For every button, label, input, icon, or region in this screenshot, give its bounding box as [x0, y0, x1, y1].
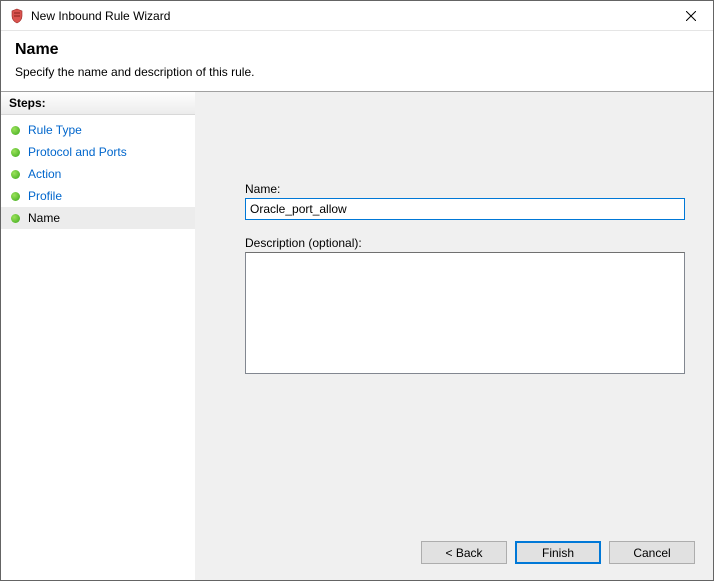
close-icon	[686, 11, 696, 21]
description-label: Description (optional):	[245, 236, 685, 250]
page-subtitle: Specify the name and description of this…	[15, 65, 699, 79]
window-title: New Inbound Rule Wizard	[31, 9, 668, 23]
button-row: < Back Finish Cancel	[195, 531, 713, 580]
description-textarea[interactable]	[245, 252, 685, 374]
firewall-icon	[9, 8, 25, 24]
step-bullet-icon	[11, 148, 20, 157]
titlebar: New Inbound Rule Wizard	[1, 1, 713, 31]
step-label: Protocol and Ports	[28, 145, 127, 159]
cancel-button[interactable]: Cancel	[609, 541, 695, 564]
back-button[interactable]: < Back	[421, 541, 507, 564]
step-label: Profile	[28, 189, 62, 203]
name-input[interactable]	[245, 198, 685, 220]
step-label: Action	[28, 167, 61, 181]
step-profile[interactable]: Profile	[1, 185, 195, 207]
step-label: Name	[28, 211, 60, 225]
step-action[interactable]: Action	[1, 163, 195, 185]
step-rule-type[interactable]: Rule Type	[1, 119, 195, 141]
steps-sidebar: Steps: Rule Type Protocol and Ports Acti…	[1, 92, 195, 580]
steps-heading: Steps:	[1, 92, 195, 115]
step-name[interactable]: Name	[1, 207, 195, 229]
wizard-header: Name Specify the name and description of…	[1, 31, 713, 91]
step-bullet-icon	[11, 192, 20, 201]
steps-list: Rule Type Protocol and Ports Action Prof…	[1, 115, 195, 229]
step-label: Rule Type	[28, 123, 82, 137]
step-bullet-icon	[11, 126, 20, 135]
form-area: Name: Description (optional):	[195, 92, 713, 531]
wizard-body: Steps: Rule Type Protocol and Ports Acti…	[1, 91, 713, 580]
finish-button[interactable]: Finish	[515, 541, 601, 564]
page-title: Name	[15, 41, 699, 59]
step-protocol-and-ports[interactable]: Protocol and Ports	[1, 141, 195, 163]
content-panel: Name: Description (optional): < Back Fin…	[195, 92, 713, 580]
name-label: Name:	[245, 182, 685, 196]
wizard-window: New Inbound Rule Wizard Name Specify the…	[0, 0, 714, 581]
step-bullet-icon	[11, 170, 20, 179]
close-button[interactable]	[668, 1, 713, 30]
step-bullet-icon	[11, 214, 20, 223]
